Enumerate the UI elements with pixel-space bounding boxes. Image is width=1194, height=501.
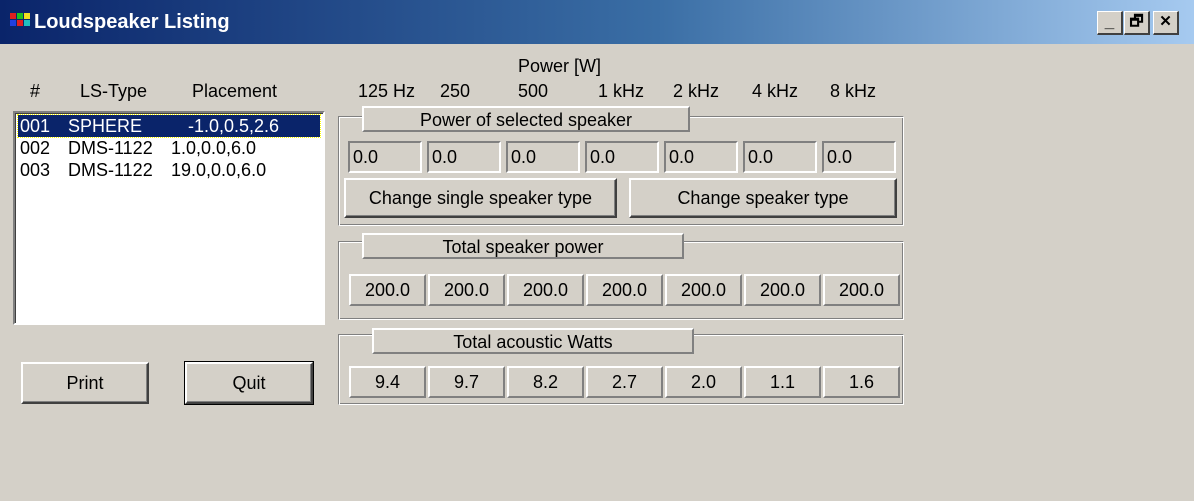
freq-label-8khz: 8 kHz <box>830 81 877 101</box>
list-item[interactable]: 002 DMS-1122 1.0,0.0,6.0 <box>18 137 320 159</box>
total-power-8khz: 200.0 <box>823 274 900 306</box>
freq-label-250hz: 250 <box>440 81 471 101</box>
selected-power-8khz[interactable]: 0.0 <box>822 141 896 173</box>
selected-power-250hz[interactable]: 0.0 <box>427 141 501 173</box>
acoustic-watts-1khz: 2.7 <box>586 366 663 398</box>
quit-button[interactable]: Quit <box>184 361 314 405</box>
speaker-placement: -1.0,0.5,2.6 <box>188 116 280 136</box>
col-placement-header: Placement <box>192 81 278 101</box>
acoustic-watts-2khz: 2.0 <box>665 366 742 398</box>
title-bar[interactable]: Loudspeaker Listing _ 🗗 ✕ <box>0 0 1194 44</box>
speaker-type: SPHERE <box>68 116 143 136</box>
speaker-number: 002 <box>20 138 51 158</box>
speaker-number: 001 <box>20 116 51 136</box>
selected-power-125hz[interactable]: 0.0 <box>348 141 422 173</box>
speaker-type: DMS-1122 <box>68 160 153 180</box>
freq-label-500hz: 500 <box>518 81 549 101</box>
acoustic-watts-500hz: 8.2 <box>507 366 584 398</box>
app-icon <box>10 13 30 31</box>
total-power-250hz: 200.0 <box>428 274 505 306</box>
col-type-header: LS-Type <box>80 81 148 101</box>
print-button[interactable]: Print <box>21 362 149 404</box>
selected-power-2khz[interactable]: 0.0 <box>664 141 738 173</box>
total-power-4khz: 200.0 <box>744 274 821 306</box>
freq-label-1khz: 1 kHz <box>598 81 645 101</box>
selected-power-4khz[interactable]: 0.0 <box>743 141 817 173</box>
change-speaker-type-button[interactable]: Change speaker type <box>629 178 897 218</box>
acoustic-watts-125hz: 9.4 <box>349 366 426 398</box>
speaker-placement: 1.0,0.0,6.0 <box>171 138 257 158</box>
close-button[interactable]: ✕ <box>1153 11 1179 35</box>
total-power-2khz: 200.0 <box>665 274 742 306</box>
minimize-button[interactable]: _ <box>1097 11 1123 35</box>
freq-label-2khz: 2 kHz <box>673 81 720 101</box>
speaker-placement: 19.0,0.0,6.0 <box>171 160 267 180</box>
power-header: Power [W] <box>518 56 602 76</box>
freq-label-125hz: 125 Hz <box>358 81 416 101</box>
speaker-list[interactable]: 001 SPHERE -1.0,0.5,2.6 002 DMS-1122 1.0… <box>13 111 325 325</box>
acoustic-watts-250hz: 9.7 <box>428 366 505 398</box>
speaker-number: 003 <box>20 160 51 180</box>
total-power-caption: Total speaker power <box>362 233 684 259</box>
total-power-125hz: 200.0 <box>349 274 426 306</box>
acoustic-watts-caption: Total acoustic Watts <box>372 328 694 354</box>
list-item[interactable]: 003 DMS-1122 19.0,0.0,6.0 <box>18 159 320 181</box>
list-item[interactable]: 001 SPHERE -1.0,0.5,2.6 <box>17 114 321 138</box>
selected-power-500hz[interactable]: 0.0 <box>506 141 580 173</box>
window-title: Loudspeaker Listing <box>34 11 230 33</box>
col-number-header: # <box>30 81 41 101</box>
acoustic-watts-4khz: 1.1 <box>744 366 821 398</box>
acoustic-watts-8khz: 1.6 <box>823 366 900 398</box>
total-power-500hz: 200.0 <box>507 274 584 306</box>
selected-power-caption: Power of selected speaker <box>362 106 690 132</box>
selected-power-1khz[interactable]: 0.0 <box>585 141 659 173</box>
total-power-1khz: 200.0 <box>586 274 663 306</box>
restore-button[interactable]: 🗗 <box>1124 11 1150 35</box>
change-single-speaker-type-button[interactable]: Change single speaker type <box>344 178 617 218</box>
speaker-type: DMS-1122 <box>68 138 153 158</box>
freq-label-4khz: 4 kHz <box>752 81 799 101</box>
